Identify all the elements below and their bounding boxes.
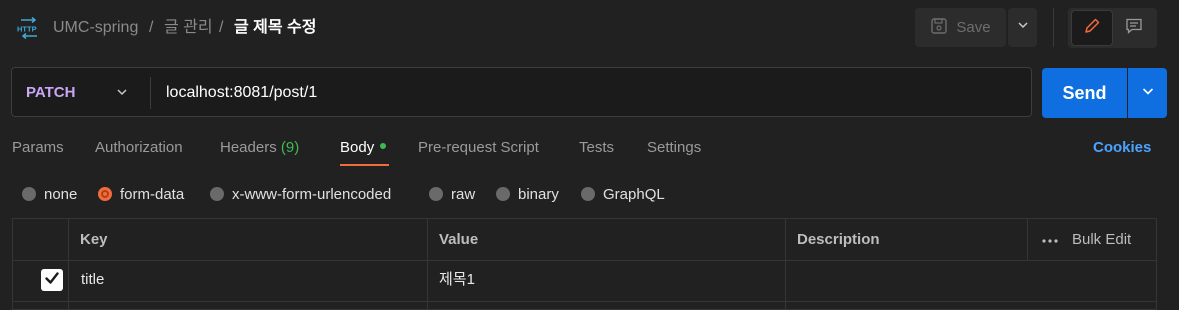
breadcrumb-request-name[interactable]: 글 제목 수정	[234, 18, 317, 38]
radio-raw-circle[interactable]	[429, 187, 443, 201]
tab-params[interactable]: Params	[12, 139, 64, 157]
comments-button[interactable]	[1114, 10, 1154, 46]
url-divider	[150, 77, 151, 109]
breadcrumb-separator: /	[149, 19, 154, 36]
bulk-edit-link[interactable]: Bulk Edit	[1072, 231, 1131, 249]
svg-text:HTTP: HTTP	[17, 25, 37, 34]
radio-form-data-label: form-data	[120, 185, 185, 203]
table-column-divider	[785, 218, 786, 310]
radio-graphql-label: GraphQL	[603, 185, 665, 203]
radio-binary-label: binary	[518, 185, 559, 203]
column-header-key: Key	[80, 231, 108, 248]
form-data-table	[12, 218, 1157, 310]
table-column-divider	[427, 218, 428, 310]
tab-body-label: Body	[340, 139, 375, 156]
row-key-cell[interactable]: title	[81, 271, 104, 289]
send-options-button[interactable]	[1128, 68, 1167, 118]
more-options-icon[interactable]	[1042, 231, 1058, 249]
tab-tests[interactable]: Tests	[579, 139, 614, 157]
table-column-divider	[1027, 218, 1028, 260]
bulk-edit-area: Bulk Edit	[1042, 231, 1131, 249]
toolbar-divider	[1053, 8, 1054, 47]
breadcrumb-folder[interactable]: 글 관리	[164, 18, 213, 38]
tab-body[interactable]: Body	[340, 139, 387, 157]
active-tab-indicator	[340, 164, 389, 166]
send-button[interactable]: Send	[1042, 68, 1127, 118]
radio-binary[interactable]: binary	[496, 184, 559, 204]
chevron-down-icon[interactable]	[114, 84, 130, 100]
radio-none-circle[interactable]	[22, 187, 36, 201]
radio-none[interactable]: none	[22, 184, 77, 204]
row-enabled-checkbox[interactable]	[41, 269, 63, 291]
radio-none-label: none	[44, 185, 78, 203]
radio-x-www-form-urlencoded[interactable]: x-www-form-urlencoded	[210, 184, 391, 204]
radio-urlencoded-circle[interactable]	[210, 187, 224, 201]
radio-raw[interactable]: raw	[429, 184, 475, 204]
table-header-divider	[12, 260, 1157, 261]
cookies-link[interactable]: Cookies	[1093, 139, 1151, 157]
table-column-divider	[68, 218, 69, 310]
checkmark-icon	[44, 270, 60, 291]
save-options-button[interactable]	[1008, 8, 1037, 47]
body-indicator-dot	[380, 143, 387, 150]
breadcrumb-workspace[interactable]: UMC-spring	[53, 18, 138, 38]
tab-settings[interactable]: Settings	[647, 139, 701, 157]
column-header-description: Description	[797, 231, 880, 248]
tab-headers-label: Headers	[220, 139, 277, 156]
tab-pre-request-script[interactable]: Pre-request Script	[418, 139, 539, 157]
radio-graphql[interactable]: GraphQL	[581, 184, 665, 204]
save-label: Save	[956, 19, 991, 36]
breadcrumb-separator: /	[219, 19, 224, 36]
pencil-icon	[1083, 17, 1101, 40]
chevron-down-icon	[1016, 18, 1030, 37]
table-row-divider	[12, 301, 1157, 302]
http-icon: HTTP	[16, 16, 42, 40]
tab-headers[interactable]: Headers (9)	[220, 139, 299, 157]
tab-authorization[interactable]: Authorization	[95, 139, 183, 157]
row-value-cell[interactable]: 제목1	[439, 271, 475, 289]
radio-graphql-circle[interactable]	[581, 187, 595, 201]
radio-raw-label: raw	[451, 185, 476, 203]
radio-urlencoded-label: x-www-form-urlencoded	[232, 185, 392, 203]
chevron-down-icon	[1140, 83, 1156, 104]
radio-form-data[interactable]: form-data	[98, 184, 184, 204]
method-select[interactable]: PATCH	[26, 83, 75, 103]
radio-binary-circle[interactable]	[496, 187, 510, 201]
column-header-value: Value	[439, 231, 479, 248]
save-icon	[930, 17, 948, 39]
url-input[interactable]	[166, 82, 1016, 104]
headers-count-badge: (9)	[280, 139, 300, 156]
edit-mode-button[interactable]	[1071, 10, 1113, 46]
radio-form-data-circle[interactable]	[98, 187, 112, 201]
save-button[interactable]: Save	[915, 8, 1006, 47]
send-label: Send	[1062, 82, 1107, 103]
comment-icon	[1125, 17, 1143, 40]
